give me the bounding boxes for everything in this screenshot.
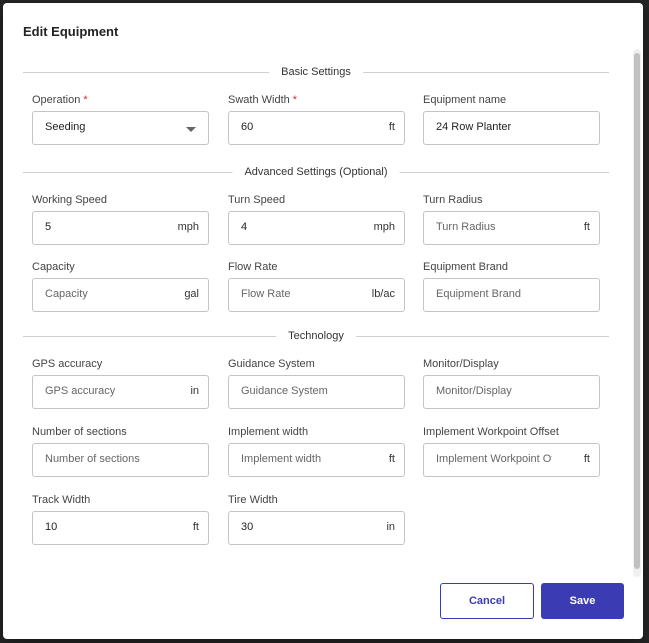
turn-radius-unit: ft [583, 221, 590, 233]
flow-rate-placeholder: Flow Rate [241, 288, 291, 300]
swath-width-input[interactable]: 60 ft [228, 111, 405, 145]
monitor-display-label: Monitor/Display [423, 358, 499, 370]
section-title-basic: Basic Settings [269, 66, 363, 78]
required-marker: * [83, 94, 88, 106]
track-width-field: Track Width 10 ft [32, 494, 209, 545]
turn-radius-label: Turn Radius [423, 194, 483, 206]
turn-speed-unit: mph [373, 221, 395, 233]
implement-width-field: Implement width Implement width ft [228, 426, 405, 477]
chevron-down-icon[interactable] [186, 127, 196, 132]
capacity-input[interactable]: Capacity gal [32, 278, 209, 312]
equipment-brand-input[interactable]: Equipment Brand [423, 278, 600, 312]
capacity-label: Capacity [32, 261, 75, 273]
working-speed-value: 5 [45, 221, 52, 233]
gps-accuracy-unit: in [190, 385, 199, 397]
swath-width-value: 60 [241, 121, 254, 133]
section-divider-technology: Technology [23, 330, 609, 343]
gps-accuracy-placeholder: GPS accuracy [45, 385, 116, 397]
number-of-sections-field: Number of sections Number of sections [32, 426, 209, 477]
swath-width-unit: ft [388, 121, 395, 133]
working-speed-unit: mph [177, 221, 199, 233]
guidance-system-input[interactable]: Guidance System [228, 375, 405, 409]
operation-label: Operation [32, 94, 81, 106]
turn-speed-value: 4 [241, 221, 248, 233]
save-button[interactable]: Save [541, 583, 624, 619]
equipment-name-label: Equipment name [423, 94, 507, 106]
turn-radius-field: Turn Radius Turn Radius ft [423, 194, 600, 245]
implement-width-unit: ft [388, 453, 395, 465]
implement-workpoint-offset-field: Implement Workpoint Offset Implement Wor… [423, 426, 600, 477]
implement-workpoint-offset-input[interactable]: Implement Workpoint Offset ft [423, 443, 600, 477]
flow-rate-label: Flow Rate [228, 261, 278, 273]
section-divider-basic: Basic Settings [23, 66, 609, 79]
working-speed-input[interactable]: 5 mph [32, 211, 209, 245]
implement-width-input[interactable]: Implement width ft [228, 443, 405, 477]
number-of-sections-label: Number of sections [32, 426, 127, 438]
flow-rate-unit: lb/ac [371, 288, 395, 300]
implement-width-placeholder: Implement width [241, 453, 322, 465]
equipment-brand-placeholder: Equipment Brand [436, 288, 521, 300]
section-title-advanced: Advanced Settings (Optional) [232, 166, 400, 178]
equipment-name-value: 24 Row Planter [436, 121, 512, 133]
tire-width-input[interactable]: 30 in [228, 511, 405, 545]
operation-field: Operation * Seeding [32, 94, 209, 145]
track-width-input[interactable]: 10 ft [32, 511, 209, 545]
swath-width-field: Swath Width * 60 ft [228, 94, 405, 145]
equipment-brand-label: Equipment Brand [423, 261, 508, 273]
guidance-system-label: Guidance System [228, 358, 315, 370]
operation-select[interactable]: Seeding [32, 111, 209, 145]
gps-accuracy-input[interactable]: GPS accuracy in [32, 375, 209, 409]
operation-value: Seeding [45, 121, 86, 133]
equipment-name-input[interactable]: 24 Row Planter [423, 111, 600, 145]
working-speed-field: Working Speed 5 mph [32, 194, 209, 245]
track-width-label: Track Width [32, 494, 91, 506]
turn-speed-input[interactable]: 4 mph [228, 211, 405, 245]
guidance-system-placeholder: Guidance System [241, 385, 328, 397]
number-of-sections-input[interactable]: Number of sections [32, 443, 209, 477]
implement-width-label: Implement width [228, 426, 309, 438]
guidance-system-field: Guidance System Guidance System [228, 358, 405, 409]
section-title-technology: Technology [276, 330, 356, 342]
turn-speed-field: Turn Speed 4 mph [228, 194, 405, 245]
section-divider-advanced: Advanced Settings (Optional) [23, 166, 609, 179]
edit-equipment-dialog: Edit Equipment Basic Settings Operation *… [3, 3, 643, 639]
capacity-field: Capacity Capacity gal [32, 261, 209, 312]
turn-speed-label: Turn Speed [228, 194, 286, 206]
tire-width-field: Tire Width 30 in [228, 494, 405, 545]
cancel-button[interactable]: Cancel [440, 583, 534, 619]
equipment-name-field: Equipment name 24 Row Planter [423, 94, 600, 145]
working-speed-label: Working Speed [32, 194, 108, 206]
turn-radius-input[interactable]: Turn Radius ft [423, 211, 600, 245]
equipment-brand-field: Equipment Brand Equipment Brand [423, 261, 600, 312]
required-marker: * [292, 94, 298, 106]
capacity-placeholder: Capacity [45, 288, 88, 300]
monitor-display-placeholder: Monitor/Display [436, 385, 512, 397]
gps-accuracy-label: GPS accuracy [32, 358, 103, 370]
tire-width-value: 30 [241, 521, 254, 533]
flow-rate-field: Flow Rate Flow Rate lb/ac [228, 261, 405, 312]
turn-radius-placeholder: Turn Radius [436, 221, 496, 233]
gps-accuracy-field: GPS accuracy GPS accuracy in [32, 358, 209, 409]
implement-workpoint-offset-unit: ft [583, 453, 590, 465]
tire-width-unit: in [386, 521, 395, 533]
monitor-display-field: Monitor/Display Monitor/Display [423, 358, 600, 409]
number-of-sections-placeholder: Number of sections [45, 453, 140, 465]
flow-rate-input[interactable]: Flow Rate lb/ac [228, 278, 405, 312]
implement-workpoint-offset-label: Implement Workpoint Offset [423, 426, 559, 438]
dialog-title: Edit Equipment [23, 24, 119, 39]
track-width-value: 10 [45, 521, 58, 533]
monitor-display-input[interactable]: Monitor/Display [423, 375, 600, 409]
tire-width-label: Tire Width [228, 494, 278, 506]
implement-workpoint-offset-placeholder: Implement Workpoint Offset [436, 453, 552, 465]
track-width-unit: ft [192, 521, 199, 533]
swath-width-label: Swath Width [228, 94, 290, 106]
capacity-unit: gal [184, 288, 199, 300]
scrollbar[interactable] [633, 49, 641, 577]
scrollbar-thumb[interactable] [634, 53, 640, 569]
